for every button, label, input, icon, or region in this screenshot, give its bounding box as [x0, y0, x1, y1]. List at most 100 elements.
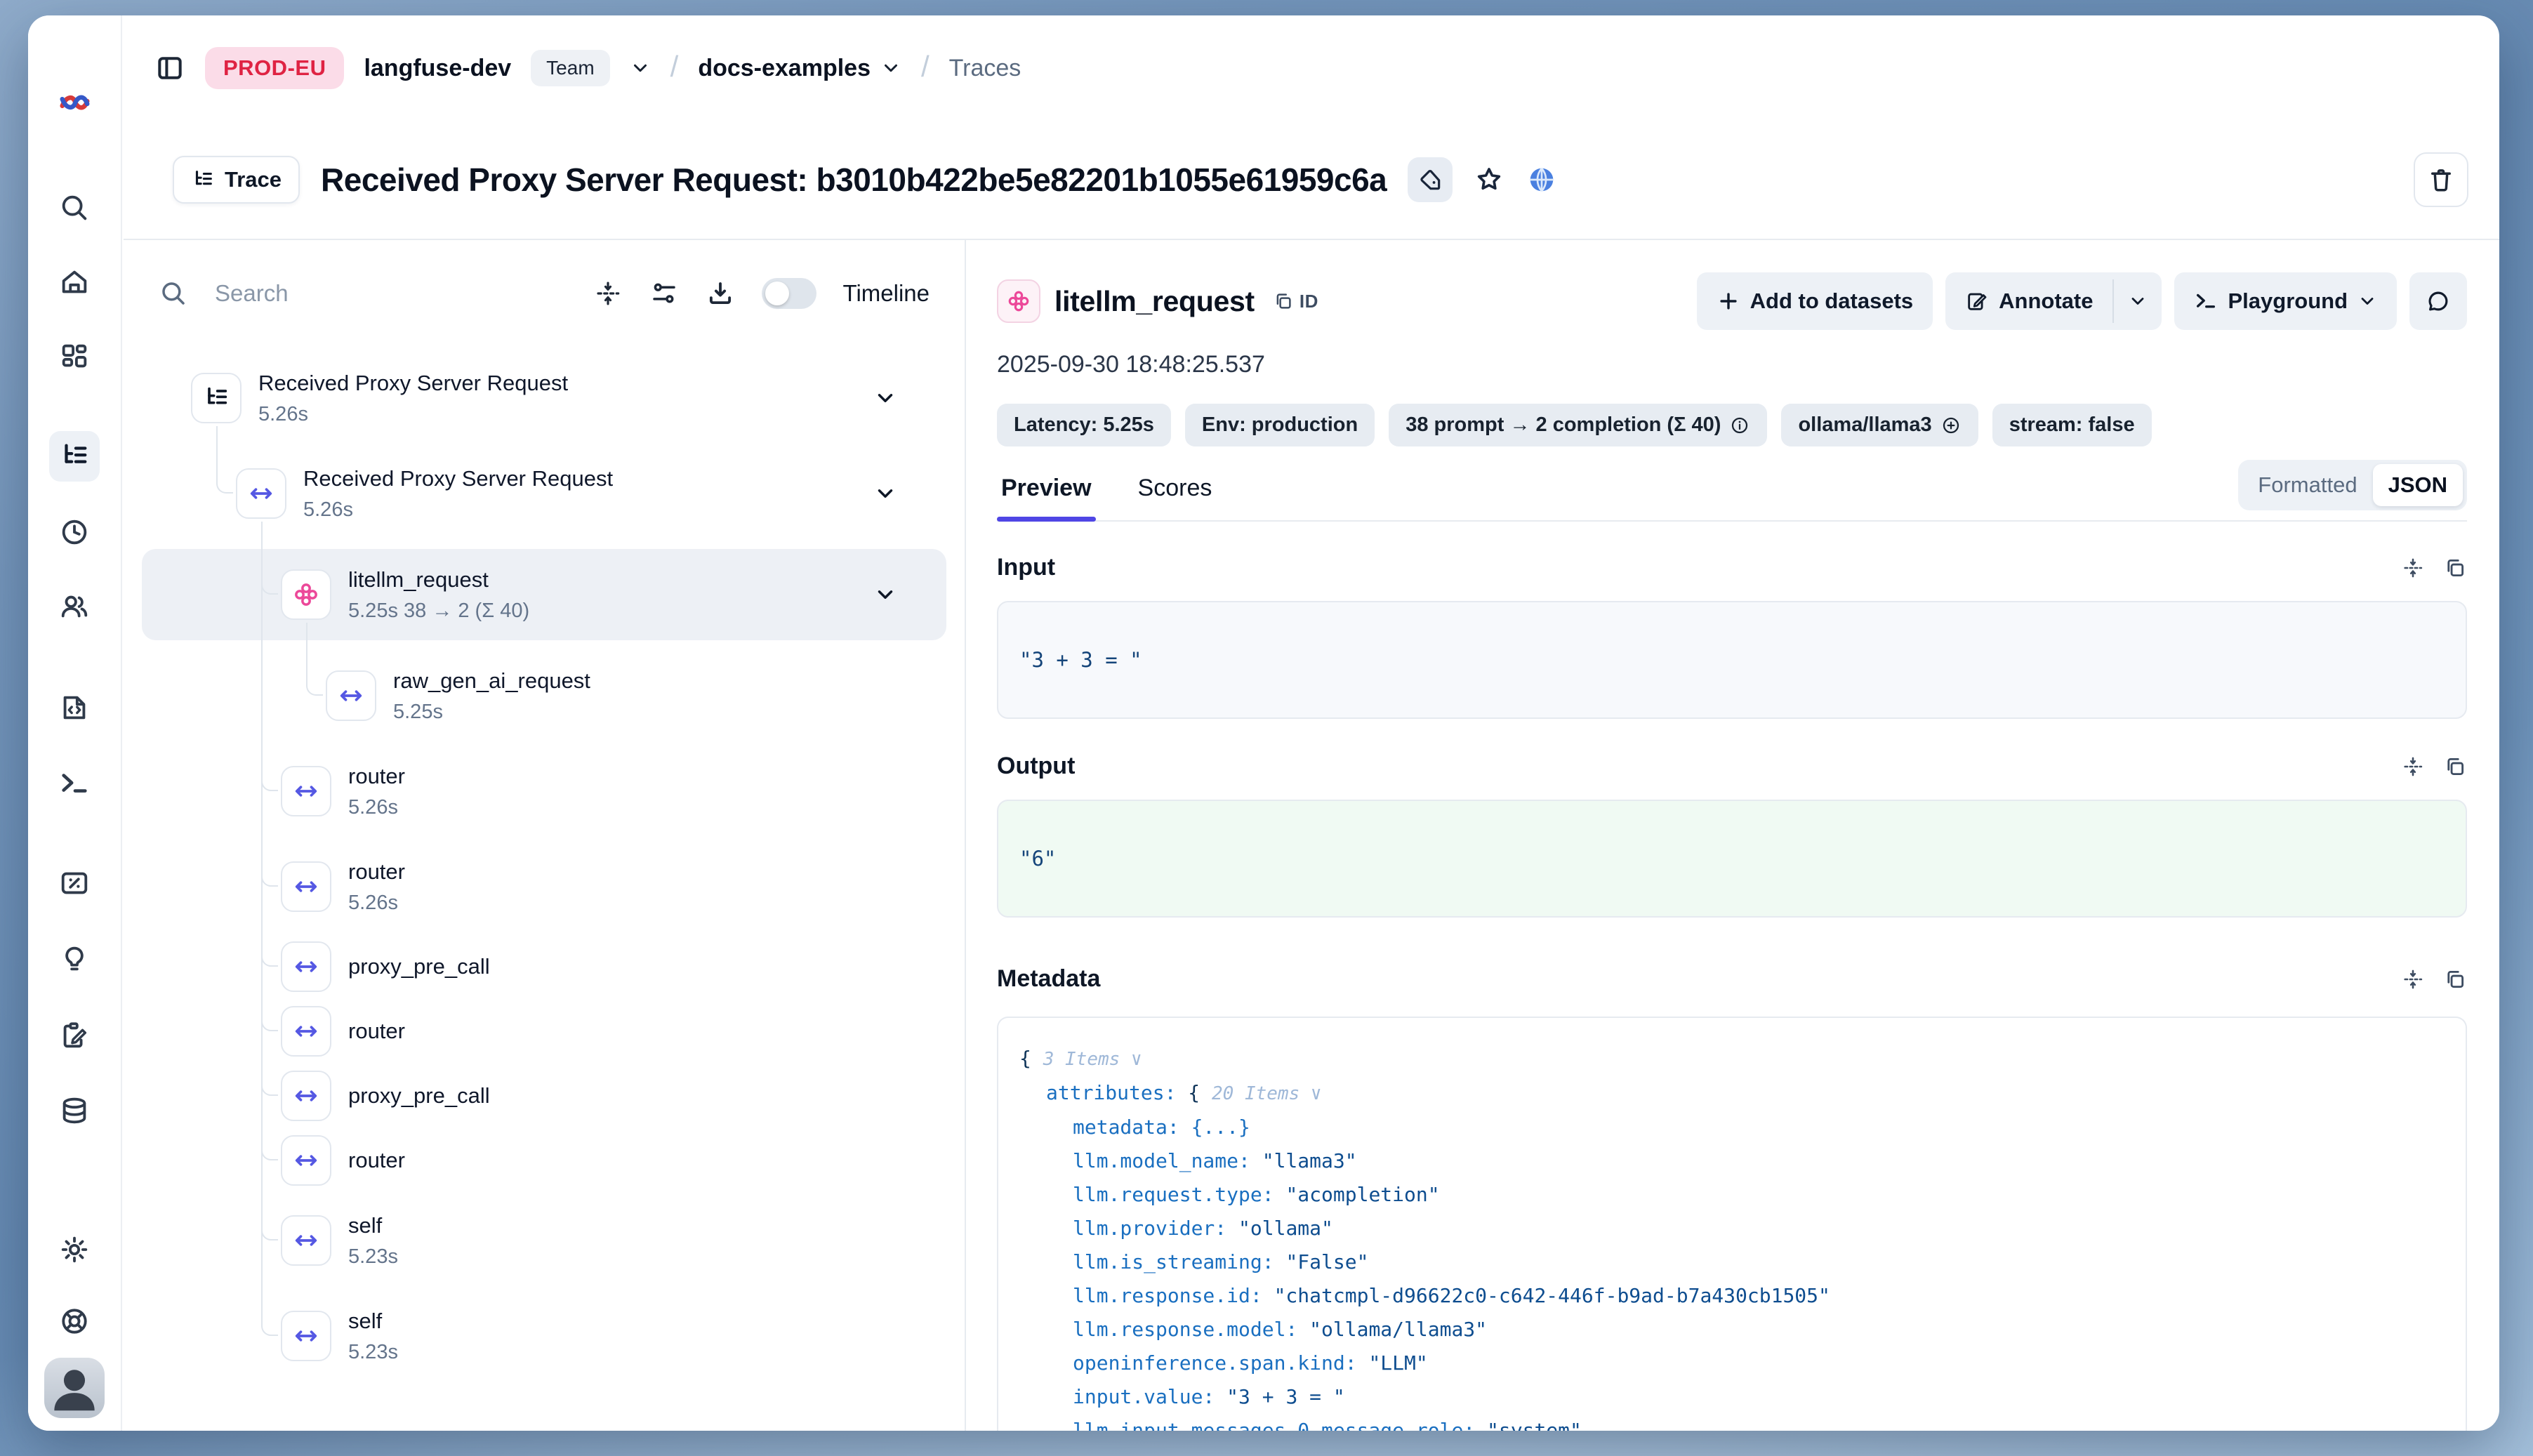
format-toggle: Formatted JSON: [2238, 460, 2467, 510]
json-line: llm.input_messages.0.message.role: "syst…: [1019, 1414, 2445, 1431]
tree-search-input[interactable]: Search: [215, 280, 567, 307]
tree-item-raw-gen-ai-request[interactable]: raw_gen_ai_request5.25s: [124, 654, 965, 737]
format-option-formatted[interactable]: Formatted: [2242, 464, 2372, 506]
playground-button[interactable]: Playground: [2174, 272, 2397, 330]
star-icon: [1474, 164, 1504, 195]
annotate-dropdown-button[interactable]: [2114, 272, 2162, 330]
span-icon: [281, 861, 331, 912]
org-name[interactable]: langfuse-dev: [364, 55, 511, 82]
icon-rail: [28, 15, 122, 1431]
span-icon: [281, 1311, 331, 1361]
metric-badge: stream: false: [1992, 404, 2152, 446]
download-button[interactable]: [706, 279, 735, 308]
pencil-square-icon: [1965, 289, 1989, 313]
span-icon: [281, 766, 331, 816]
sessions-clock-icon[interactable]: [49, 507, 100, 557]
copy-icon[interactable]: [2443, 556, 2467, 580]
tree-item-received-proxy-server-request[interactable]: Received Proxy Server Request5.26s: [124, 357, 965, 439]
tree-item-label: Received Proxy Server Request: [303, 466, 613, 491]
org-chevron-down-icon[interactable]: [630, 58, 651, 79]
scores-card-icon[interactable]: [49, 858, 100, 908]
tree-item-litellm-request[interactable]: litellm_request5.25s 38 → 2 (Σ 40): [124, 553, 965, 636]
langfuse-logo-icon[interactable]: [49, 77, 100, 128]
tab-preview[interactable]: Preview: [997, 475, 1096, 520]
plus-icon: [1717, 289, 1740, 313]
metric-badge: 38 prompt → 2 completion (Σ 40): [1389, 404, 1767, 446]
trace-title-bar: Trace Received Proxy Server Request: b30…: [124, 121, 2499, 240]
input-section-header: Input: [997, 554, 2467, 581]
project-chevron-down-icon: [880, 58, 901, 79]
breadcrumb-section[interactable]: Traces: [949, 55, 1021, 82]
copy-icon[interactable]: [2443, 967, 2467, 991]
json-line: llm.response.id: "chatcmpl-d96622c0-c642…: [1019, 1279, 2445, 1313]
tree-item-router[interactable]: router: [124, 1134, 965, 1186]
add-to-datasets-button[interactable]: Add to datasets: [1697, 272, 1933, 330]
tree-item-duration: 5.25s: [393, 701, 590, 724]
metric-badge: Env: production: [1185, 404, 1375, 446]
annotation-clipboard-icon[interactable]: [49, 1010, 100, 1060]
json-line: input.value: "3 + 3 = ": [1019, 1380, 2445, 1414]
tree-item-label: router: [348, 1148, 405, 1173]
json-line: { 3 Items ∨: [1019, 1042, 2445, 1076]
search-icon[interactable]: [49, 183, 100, 233]
observation-title: litellm_request: [1054, 285, 1255, 318]
annotate-button[interactable]: Annotate: [1945, 272, 2112, 330]
plus-circle-icon[interactable]: [1940, 415, 1962, 436]
playground-terminal-icon[interactable]: [49, 758, 100, 809]
tree-item-received-proxy-server-request[interactable]: Received Proxy Server Request 5.26s: [124, 452, 965, 535]
users-icon[interactable]: [49, 581, 100, 632]
fold-vertical-icon[interactable]: [2401, 967, 2425, 991]
comments-button[interactable]: [2409, 272, 2467, 330]
user-avatar[interactable]: [44, 1358, 105, 1418]
download-icon: [706, 279, 735, 308]
datasets-database-icon[interactable]: [49, 1085, 100, 1136]
public-share-button[interactable]: [1526, 164, 1558, 196]
trace-icon: [191, 373, 242, 423]
metric-badge: Latency: 5.25s: [997, 404, 1171, 446]
settings-gear-icon[interactable]: [49, 1224, 100, 1275]
timeline-toggle[interactable]: [762, 278, 816, 309]
input-heading: Input: [997, 554, 1055, 581]
tracing-tree-icon[interactable]: [49, 431, 100, 482]
home-icon[interactable]: [49, 257, 100, 307]
info-icon[interactable]: [1729, 415, 1750, 436]
breadcrumb: PROD-EU langfuse-dev Team / docs-example…: [124, 15, 2499, 121]
support-lifebuoy-icon[interactable]: [49, 1296, 100, 1346]
chevron-down-icon[interactable]: [873, 386, 897, 410]
tab-scores[interactable]: Scores: [1134, 475, 1217, 520]
project-selector[interactable]: docs-examples: [698, 55, 901, 82]
tree-item-router[interactable]: router5.26s: [124, 750, 965, 833]
tree-item-self[interactable]: self5.23s: [124, 1199, 965, 1282]
tree-item-proxy-pre-call[interactable]: proxy_pre_call: [124, 941, 965, 993]
chevron-down-icon[interactable]: [873, 583, 897, 607]
sliders-icon: [649, 279, 679, 308]
tree-item-router[interactable]: router: [124, 1005, 965, 1057]
sidebar-toggle-icon[interactable]: [154, 53, 185, 84]
tree-item-proxy-pre-call[interactable]: proxy_pre_call: [124, 1070, 965, 1122]
collapse-all-button[interactable]: [593, 279, 623, 308]
metadata-json-viewer[interactable]: { 3 Items ∨attributes: { 20 Items ∨metad…: [997, 1017, 2467, 1431]
tree-item-duration: 5.26s: [303, 498, 613, 522]
tree-item-label: router: [348, 1019, 405, 1044]
observation-timestamp: 2025-09-30 18:48:25.537: [997, 351, 2467, 378]
metadata-heading: Metadata: [997, 965, 1100, 993]
copy-icon[interactable]: [2443, 755, 2467, 779]
generation-icon: [281, 569, 331, 620]
observation-tree-panel: Search Timeline Received Proxy Server Re…: [124, 240, 966, 1431]
delete-trace-button[interactable]: [2414, 152, 2468, 207]
tree-item-router[interactable]: router5.26s: [124, 845, 965, 928]
dashboard-grid-icon[interactable]: [49, 331, 100, 382]
tree-item-self[interactable]: self5.23s: [124, 1295, 965, 1377]
copy-icon: [1273, 291, 1294, 312]
fold-vertical-icon[interactable]: [2401, 755, 2425, 779]
evaluation-lightbulb-icon[interactable]: [49, 934, 100, 984]
star-button[interactable]: [1474, 164, 1504, 195]
copy-id-button[interactable]: ID: [1273, 291, 1318, 312]
chevron-down-icon[interactable]: [873, 482, 897, 505]
tag-button[interactable]: [1408, 157, 1453, 202]
tree-settings-button[interactable]: [649, 279, 679, 308]
fold-vertical-icon[interactable]: [2401, 556, 2425, 580]
format-option-json[interactable]: JSON: [2373, 464, 2463, 506]
prompts-file-code-icon[interactable]: [49, 682, 100, 733]
chevron-down-icon: [2357, 291, 2377, 311]
